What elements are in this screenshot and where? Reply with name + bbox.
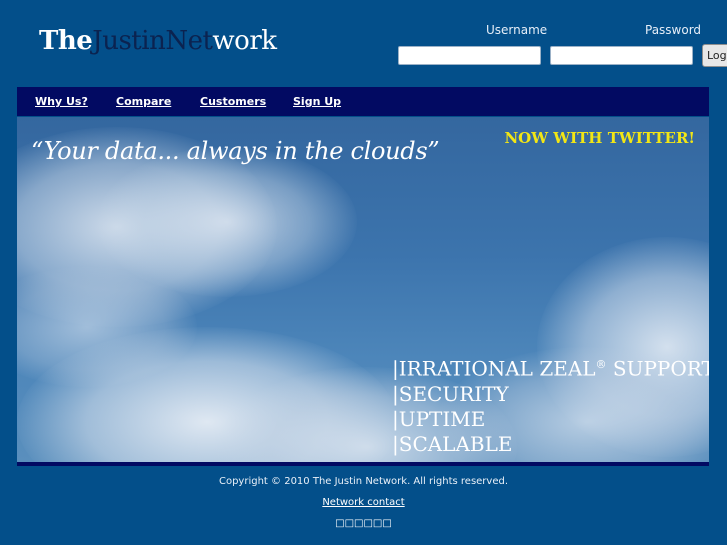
hero-divider bbox=[17, 462, 709, 466]
hero-banner: “Your data... always in the clouds” NOW … bbox=[17, 117, 709, 462]
password-input[interactable] bbox=[550, 46, 693, 65]
logo-word-the: The bbox=[39, 26, 93, 56]
network-contact-link[interactable]: Network contact bbox=[322, 497, 404, 508]
feature-text: SUPPORT bbox=[606, 356, 709, 381]
feature-item-security: |SECURITY bbox=[392, 381, 509, 406]
logo-word-justin: Justin bbox=[92, 26, 166, 56]
feature-item-scalable: |SCALABLE bbox=[392, 431, 513, 456]
footer-extra-text: □□□□□□ bbox=[335, 518, 392, 529]
login-button[interactable]: Log bbox=[702, 44, 727, 67]
site-logo[interactable]: TheJustinNetwork bbox=[39, 26, 277, 56]
username-label: Username bbox=[486, 23, 548, 37]
feature-list: |IRRATIONAL ZEAL® SUPPORT |SECURITY |UPT… bbox=[392, 352, 709, 457]
feature-text: |IRRATIONAL ZEAL bbox=[392, 356, 596, 381]
contact-row: Network contact bbox=[0, 497, 727, 508]
nav-item-sign-up[interactable]: Sign Up bbox=[293, 95, 341, 108]
feature-item-uptime: |UPTIME bbox=[392, 406, 486, 431]
logo-word-net: Net bbox=[165, 26, 213, 56]
nav-item-customers[interactable]: Customers bbox=[200, 95, 266, 108]
twitter-link[interactable]: NOW WITH TWITTER! bbox=[504, 129, 695, 147]
nav-item-why-us[interactable]: Why Us? bbox=[35, 95, 88, 108]
nav-item-compare[interactable]: Compare bbox=[116, 95, 171, 108]
hero-tagline: “Your data... always in the clouds” bbox=[31, 137, 440, 165]
password-label: Password bbox=[645, 23, 702, 37]
logo-word-work: work bbox=[212, 26, 277, 56]
username-input[interactable] bbox=[398, 46, 541, 65]
copyright-text: Copyright © 2010 The Justin Network. All… bbox=[218, 476, 509, 487]
registered-mark: ® bbox=[595, 358, 607, 371]
main-nav: Why Us? Compare Customers Sign Up bbox=[17, 87, 709, 116]
feature-item-support: |IRRATIONAL ZEAL® SUPPORT bbox=[392, 352, 709, 382]
